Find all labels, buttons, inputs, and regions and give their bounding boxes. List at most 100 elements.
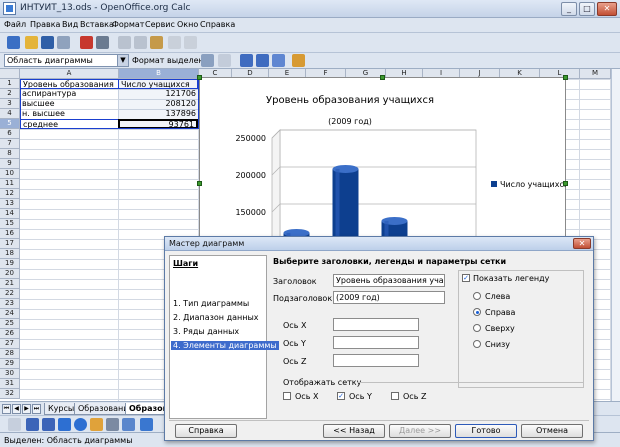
dialog-close-button[interactable]: ✕ xyxy=(573,238,591,249)
row-header-17[interactable]: 17 xyxy=(0,239,20,249)
column-header-a[interactable]: A xyxy=(20,69,119,79)
grid-z-checkbox[interactable] xyxy=(391,392,399,400)
row-header-15[interactable]: 15 xyxy=(0,219,20,229)
cell-b3[interactable]: 208120 xyxy=(118,99,198,109)
row-header-31[interactable]: 31 xyxy=(0,379,20,389)
cancel-button[interactable]: Отмена xyxy=(521,424,583,438)
resize-handle-e[interactable] xyxy=(563,181,568,186)
chart-element-select[interactable]: Область диаграммы xyxy=(4,54,122,67)
arrow-line-icon[interactable] xyxy=(42,418,55,431)
rectangle-icon[interactable] xyxy=(58,418,71,431)
step-chart-elements[interactable]: 4. Элементы диаграммы xyxy=(171,341,279,350)
row-header-2[interactable]: 2 xyxy=(0,89,20,99)
row-header-20[interactable]: 20 xyxy=(0,269,20,279)
row-header-3[interactable]: 3 xyxy=(0,99,20,109)
cell-a3[interactable]: высшее xyxy=(20,99,119,109)
row-header-8[interactable]: 8 xyxy=(0,149,20,159)
show-legend-checkbox[interactable]: ✓ xyxy=(462,274,470,282)
save-icon[interactable] xyxy=(41,36,54,49)
row-header-18[interactable]: 18 xyxy=(0,249,20,259)
row-header-1[interactable]: 1 xyxy=(0,79,20,89)
prev-sheet-icon[interactable]: ◀ xyxy=(12,404,21,414)
row-header-26[interactable]: 26 xyxy=(0,329,20,339)
menu-window[interactable]: Окно xyxy=(177,20,198,29)
last-sheet-icon[interactable]: ⏭ xyxy=(32,404,41,414)
row-header-11[interactable]: 11 xyxy=(0,179,20,189)
row-header-7[interactable]: 7 xyxy=(0,139,20,149)
paste-icon[interactable] xyxy=(150,36,163,49)
text-icon[interactable] xyxy=(106,418,119,431)
x-axis-field[interactable] xyxy=(333,318,419,331)
row-header-30[interactable]: 30 xyxy=(0,369,20,379)
line-icon[interactable] xyxy=(26,418,39,431)
cell-a5[interactable]: среднее xyxy=(20,119,119,129)
resize-handle-ne[interactable] xyxy=(563,75,568,80)
menu-view[interactable]: Вид xyxy=(62,20,78,29)
row-header-22[interactable]: 22 xyxy=(0,289,20,299)
back-button[interactable]: << Назад xyxy=(323,424,385,438)
chart-type-icon[interactable] xyxy=(201,54,214,67)
open-folder-icon[interactable] xyxy=(25,36,38,49)
column-header-m[interactable]: M xyxy=(580,69,611,79)
new-document-icon[interactable] xyxy=(7,36,20,49)
row-header-14[interactable]: 14 xyxy=(0,209,20,219)
resize-handle-nw[interactable] xyxy=(197,75,202,80)
minimize-button[interactable]: _ xyxy=(561,2,577,16)
cell-a1[interactable]: Уровень образования xyxy=(20,79,119,89)
help-button[interactable]: Справка xyxy=(175,424,237,438)
ellipse-icon[interactable] xyxy=(74,418,87,431)
next-sheet-icon[interactable]: ▶ xyxy=(22,404,31,414)
step-data-range[interactable]: 2. Диапазон данных xyxy=(173,313,259,322)
print-icon[interactable] xyxy=(96,36,109,49)
menu-insert[interactable]: Вставка xyxy=(80,20,114,29)
menu-help[interactable]: Справка xyxy=(200,20,235,29)
row-header-27[interactable]: 27 xyxy=(0,339,20,349)
close-button[interactable]: ✕ xyxy=(597,2,617,16)
auto-layout-icon[interactable] xyxy=(292,54,305,67)
row-header-6[interactable]: 6 xyxy=(0,129,20,139)
row-header-12[interactable]: 12 xyxy=(0,189,20,199)
row-header-28[interactable]: 28 xyxy=(0,349,20,359)
menu-format[interactable]: Формат xyxy=(112,20,144,29)
step-data-series[interactable]: 3. Ряды данных xyxy=(173,327,239,336)
freeform-icon[interactable] xyxy=(90,418,103,431)
shapes-icon[interactable] xyxy=(140,418,153,431)
cell-b5-active[interactable]: 93761 xyxy=(118,119,198,129)
vertical-scrollbar[interactable] xyxy=(611,69,620,401)
cut-icon[interactable] xyxy=(118,36,131,49)
export-pdf-icon[interactable] xyxy=(80,36,93,49)
legend-bottom-radio[interactable] xyxy=(473,340,481,348)
row-header-19[interactable]: 19 xyxy=(0,259,20,269)
row-header-4[interactable]: 4 xyxy=(0,109,20,119)
cell-b2[interactable]: 121706 xyxy=(118,89,198,99)
title-field[interactable]: Уровень образования учащихся xyxy=(333,274,445,287)
corner-cell[interactable] xyxy=(0,69,20,79)
z-axis-field[interactable] xyxy=(333,354,419,367)
legend-left-radio[interactable] xyxy=(473,292,481,300)
row-header-32[interactable]: 32 xyxy=(0,389,20,399)
legend-top-radio[interactable] xyxy=(473,324,481,332)
next-button[interactable]: Далее >> xyxy=(389,424,451,438)
scale-text-icon[interactable] xyxy=(272,54,285,67)
menu-tools[interactable]: Сервис xyxy=(145,20,175,29)
email-icon[interactable] xyxy=(57,36,70,49)
chevron-down-icon[interactable]: ▼ xyxy=(117,54,129,67)
callout-icon[interactable] xyxy=(122,418,135,431)
copy-icon[interactable] xyxy=(134,36,147,49)
row-header-24[interactable]: 24 xyxy=(0,309,20,319)
first-sheet-icon[interactable]: ⏮ xyxy=(2,404,11,414)
finish-button[interactable]: Готово xyxy=(455,424,517,438)
row-header-23[interactable]: 23 xyxy=(0,299,20,309)
grid-y-checkbox[interactable]: ✓ xyxy=(337,392,345,400)
row-header-16[interactable]: 16 xyxy=(0,229,20,239)
data-table-icon[interactable] xyxy=(218,54,231,67)
menu-edit[interactable]: Правка xyxy=(30,20,60,29)
maximize-button[interactable]: □ xyxy=(579,2,595,16)
resize-handle-n[interactable] xyxy=(380,75,385,80)
row-header-21[interactable]: 21 xyxy=(0,279,20,289)
row-header-10[interactable]: 10 xyxy=(0,169,20,179)
undo-icon[interactable] xyxy=(168,36,181,49)
row-header-25[interactable]: 25 xyxy=(0,319,20,329)
redo-icon[interactable] xyxy=(184,36,197,49)
row-header-5[interactable]: 5 xyxy=(0,119,20,129)
